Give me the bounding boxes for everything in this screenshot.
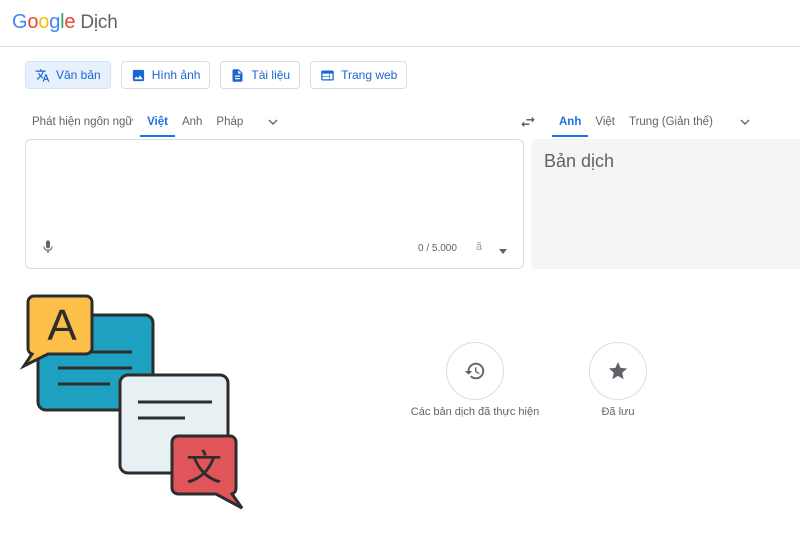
target-lang-chinese[interactable]: Trung (Giản thể) bbox=[622, 107, 720, 137]
chevron-down-icon bbox=[740, 119, 750, 125]
product-name: Dịch bbox=[80, 12, 118, 33]
history-label: Các bản dịch đã thực hiện bbox=[410, 406, 540, 418]
swap-icon bbox=[521, 116, 535, 128]
source-lang-vietnamese[interactable]: Việt bbox=[140, 107, 175, 137]
mode-web-button[interactable]: Trang web bbox=[310, 61, 408, 89]
history-button[interactable] bbox=[446, 342, 504, 400]
caret-down-icon bbox=[499, 249, 507, 254]
mode-tabs: Văn bản Hình ảnh Tài liệu Trang web bbox=[25, 61, 408, 89]
logo-letter-g2: g bbox=[49, 11, 61, 33]
target-lang-more-button[interactable] bbox=[730, 107, 760, 137]
chevron-down-icon bbox=[268, 119, 278, 125]
source-text-area[interactable]: 0 / 5.000 ã bbox=[25, 139, 524, 269]
mode-text-button[interactable]: Văn bản bbox=[25, 61, 111, 89]
target-language-bar: Anh Việt Trung (Giản thể) bbox=[552, 107, 760, 137]
logo-letter-o2: o bbox=[38, 11, 50, 33]
translate-icon bbox=[35, 68, 50, 82]
history-action[interactable]: Các bản dịch đã thực hiện bbox=[395, 342, 555, 418]
mode-image-button[interactable]: Hình ảnh bbox=[120, 61, 211, 89]
source-language-bar: Phát hiện ngôn ngữ Việt Anh Pháp bbox=[25, 107, 288, 137]
swap-languages-button[interactable] bbox=[516, 110, 540, 134]
microphone-button[interactable] bbox=[40, 238, 56, 256]
mode-document-button[interactable]: Tài liệu bbox=[220, 61, 301, 89]
red-chinese-bubble: 文 bbox=[170, 434, 244, 510]
translation-placeholder: Bản dịch bbox=[544, 151, 615, 171]
character-counter: 0 / 5.000 bbox=[418, 243, 457, 254]
microphone-icon bbox=[43, 240, 53, 253]
target-lang-english[interactable]: Anh bbox=[552, 107, 589, 137]
saved-button[interactable] bbox=[589, 342, 647, 400]
translation-illustration: A 文 bbox=[20, 294, 244, 510]
mode-image-label: Hình ảnh bbox=[151, 68, 201, 82]
input-tools-dropdown[interactable] bbox=[498, 243, 508, 254]
yellow-a-bubble: A bbox=[20, 294, 94, 370]
target-lang-vietnamese[interactable]: Việt bbox=[588, 107, 622, 137]
mode-document-label: Tài liệu bbox=[251, 68, 291, 82]
image-icon bbox=[132, 69, 144, 81]
logo-letter-e: e bbox=[64, 11, 76, 33]
history-icon bbox=[464, 362, 485, 380]
document-icon bbox=[232, 68, 243, 82]
bubble-chinese-glyph: 文 bbox=[186, 448, 222, 489]
app-header: Google Dịch bbox=[0, 0, 800, 47]
input-tools-icon[interactable]: ã bbox=[476, 241, 482, 253]
source-lang-more-button[interactable] bbox=[258, 107, 288, 137]
mode-web-label: Trang web bbox=[341, 68, 398, 82]
logo-letter-o1: o bbox=[27, 11, 39, 33]
translation-output-area: Bản dịch bbox=[531, 139, 800, 269]
logo-letter-g: G bbox=[12, 11, 28, 33]
saved-action[interactable]: Đã lưu bbox=[538, 342, 698, 418]
source-lang-french[interactable]: Pháp bbox=[209, 107, 250, 137]
google-translate-logo[interactable]: Google Dịch bbox=[12, 11, 118, 34]
star-icon bbox=[608, 361, 628, 380]
bubble-a-letter: A bbox=[47, 301, 77, 350]
mode-text-label: Văn bản bbox=[56, 68, 101, 82]
saved-label: Đã lưu bbox=[601, 406, 635, 418]
source-lang-english[interactable]: Anh bbox=[175, 107, 209, 137]
source-lang-detect[interactable]: Phát hiện ngôn ngữ bbox=[25, 107, 140, 137]
web-icon bbox=[321, 70, 334, 80]
